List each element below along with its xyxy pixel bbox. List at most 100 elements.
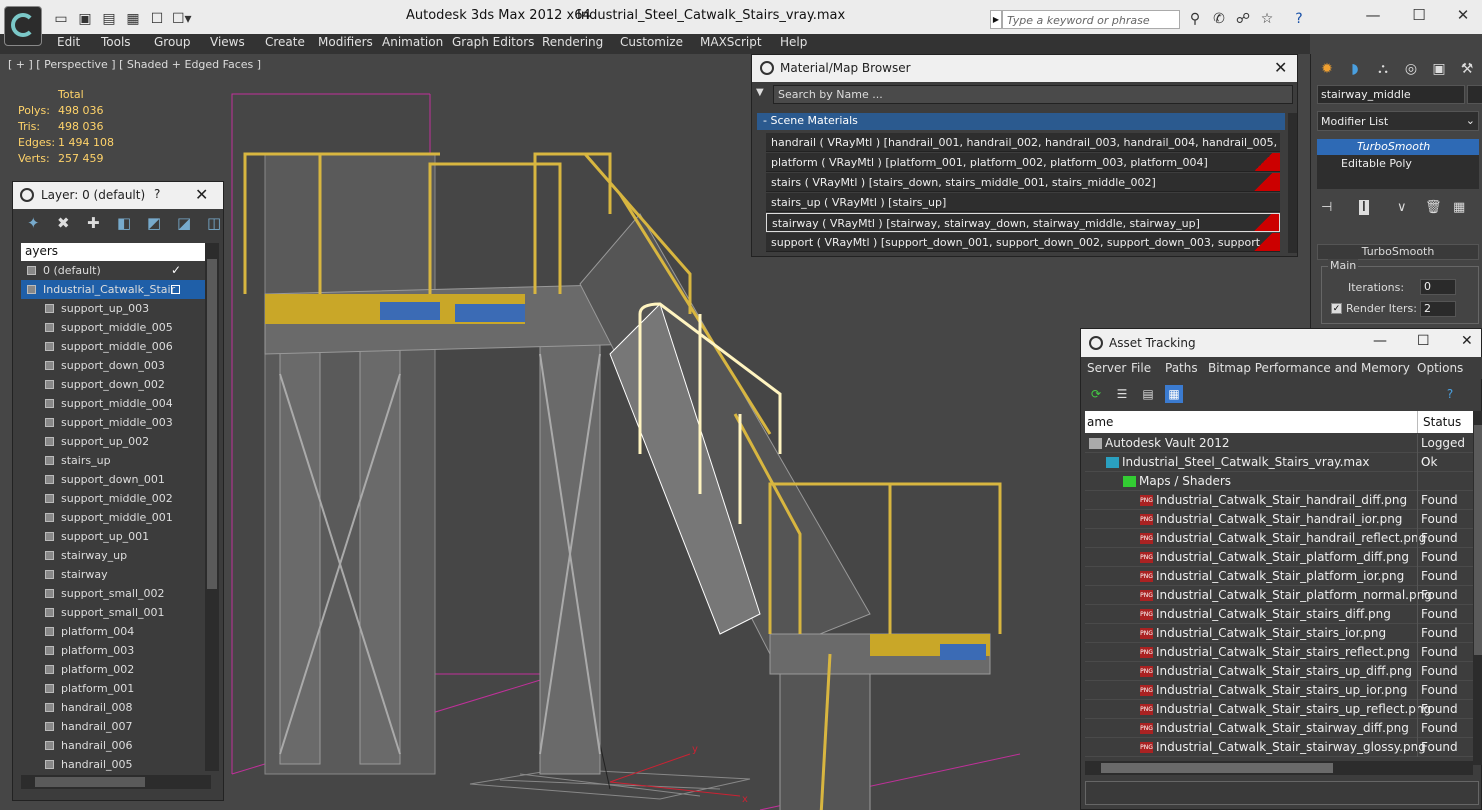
make-unique-icon[interactable]: ∨ bbox=[1397, 200, 1407, 215]
material-browser-titlebar[interactable]: Material/Map Browser ✕ bbox=[752, 55, 1297, 82]
asset-row[interactable]: PNG Industrial_Catwalk_Stair_stairs_diff.… bbox=[1085, 605, 1473, 624]
asset-row[interactable]: PNG Industrial_Catwalk_Stair_platform_dif… bbox=[1085, 548, 1473, 567]
layer-dialog-titlebar[interactable]: Layer: 0 (default) ? ✕ bbox=[13, 182, 223, 209]
layer-row[interactable]: support_up_001 bbox=[21, 527, 206, 546]
viewport-label[interactable]: [ + ] [ Perspective ] [ Shaded + Edged F… bbox=[8, 58, 261, 71]
asset-horizontal-scrollbar[interactable] bbox=[1085, 761, 1473, 775]
layer-row[interactable]: stairway bbox=[21, 565, 206, 584]
asset-row[interactable]: PNG Industrial_Catwalk_Stair_stairs_up_io… bbox=[1085, 681, 1473, 700]
layer-row[interactable]: support_middle_002 bbox=[21, 489, 206, 508]
menu-animation[interactable]: Animation bbox=[382, 35, 443, 49]
layer-row[interactable]: support_middle_005 bbox=[21, 318, 206, 337]
subscription-icon[interactable]: ☍ bbox=[1234, 11, 1252, 27]
close-button[interactable]: ✕ bbox=[1448, 4, 1478, 26]
layer-row[interactable]: handrail_006 bbox=[21, 736, 206, 755]
search-expand-icon[interactable]: ▶ bbox=[990, 10, 1002, 29]
layer-row[interactable]: support_small_001 bbox=[21, 603, 206, 622]
help-button[interactable]: ? bbox=[154, 187, 160, 201]
layer-row[interactable]: stairway_up bbox=[21, 546, 206, 565]
asset-row[interactable]: PNG Industrial_Catwalk_Stair_stairs_up_re… bbox=[1085, 700, 1473, 719]
app-logo-icon[interactable] bbox=[4, 6, 42, 46]
hide-all-icon[interactable]: ◪ bbox=[177, 214, 191, 232]
list-view-icon[interactable]: ☰ bbox=[1113, 385, 1131, 403]
layer-row[interactable]: support_down_002 bbox=[21, 375, 206, 394]
layer-row[interactable]: platform_004 bbox=[21, 622, 206, 641]
new-file-icon[interactable]: ▭ bbox=[52, 11, 70, 27]
binoculars-icon[interactable]: ⚲ bbox=[1186, 11, 1204, 27]
asset-row[interactable]: PNG Industrial_Catwalk_Stair_stairs_up_di… bbox=[1085, 662, 1473, 681]
infocenter-search-input[interactable]: Type a keyword or phrase bbox=[1002, 10, 1180, 29]
menu-file[interactable]: File bbox=[1131, 361, 1151, 375]
pin-stack-icon[interactable]: ⊣ bbox=[1321, 200, 1332, 215]
remove-modifier-icon[interactable]: 🗑 bbox=[1425, 200, 1442, 215]
close-button[interactable]: ✕ bbox=[195, 185, 208, 204]
menu-maxscript[interactable]: MAXScript bbox=[700, 35, 762, 49]
favorites-star-icon[interactable]: ☆ bbox=[1258, 11, 1276, 27]
browser-options-icon[interactable]: ▼ bbox=[756, 87, 764, 98]
menu-edit[interactable]: Edit bbox=[57, 35, 80, 49]
layer-row[interactable]: support_up_002 bbox=[21, 432, 206, 451]
menu-views[interactable]: Views bbox=[210, 35, 245, 49]
material-row[interactable]: stairs_up ( VRayMtl ) [stairs_up] bbox=[766, 193, 1280, 212]
create-tab-icon[interactable]: ✹ bbox=[1315, 58, 1339, 80]
layer-row[interactable]: support_up_003 bbox=[21, 299, 206, 318]
column-status[interactable]: Status bbox=[1423, 415, 1461, 429]
menu-group[interactable]: Group bbox=[154, 35, 191, 49]
delete-layer-icon[interactable]: ✖ bbox=[57, 214, 70, 232]
refresh-icon[interactable]: ⟳ bbox=[1087, 385, 1105, 403]
utilities-tab-icon[interactable]: ⚒ bbox=[1455, 58, 1479, 80]
thumbnail-view-icon[interactable]: ▤ bbox=[1139, 385, 1157, 403]
asset-row[interactable]: PNG Industrial_Catwalk_Stair_platform_nor… bbox=[1085, 586, 1473, 605]
menu-options[interactable]: Options bbox=[1417, 361, 1463, 375]
asset-row[interactable]: Maps / Shaders bbox=[1085, 472, 1473, 491]
layer-row[interactable]: platform_003 bbox=[21, 641, 206, 660]
layer-row[interactable]: handrail_005 bbox=[21, 755, 206, 771]
menu-help[interactable]: Help bbox=[780, 35, 807, 49]
minimize-button[interactable]: — bbox=[1358, 4, 1388, 26]
layer-row[interactable]: support_middle_004 bbox=[21, 394, 206, 413]
stack-item-editable-poly[interactable]: Editable Poly bbox=[1317, 156, 1479, 172]
asset-path-field[interactable] bbox=[1085, 781, 1479, 805]
material-vertical-scrollbar[interactable] bbox=[1288, 113, 1297, 253]
set-current-layer-icon[interactable] bbox=[171, 285, 180, 294]
asset-tracking-titlebar[interactable]: Asset Tracking — ☐ ✕ bbox=[1081, 329, 1481, 357]
help-icon[interactable]: ? bbox=[1441, 385, 1459, 403]
asset-row[interactable]: PNG Industrial_Catwalk_Stair_stairway_glo… bbox=[1085, 738, 1473, 757]
quick-access-dropdown-icon[interactable]: ☐▾ bbox=[172, 11, 192, 27]
iterations-spinner[interactable]: 0 bbox=[1420, 279, 1456, 295]
asset-row[interactable]: PNG Industrial_Catwalk_Stair_stairs_ior.p… bbox=[1085, 624, 1473, 643]
layer-row[interactable]: handrail_008 bbox=[21, 698, 206, 717]
layer-row[interactable]: handrail_007 bbox=[21, 717, 206, 736]
layer-row[interactable]: platform_002 bbox=[21, 660, 206, 679]
asset-row[interactable]: PNG Industrial_Catwalk_Stair_stairway_dif… bbox=[1085, 719, 1473, 738]
material-row[interactable]: handrail ( VRayMtl ) [handrail_001, hand… bbox=[766, 133, 1280, 152]
material-row[interactable]: stairway ( VRayMtl ) [stairway, stairway… bbox=[766, 213, 1280, 232]
layers-column-header[interactable]: ayers bbox=[21, 243, 206, 261]
render-iters-checkbox[interactable]: ✓ bbox=[1331, 303, 1342, 314]
object-color-swatch[interactable] bbox=[1467, 85, 1482, 104]
material-row[interactable]: support ( VRayMtl ) [support_down_001, s… bbox=[766, 233, 1280, 252]
object-name-field[interactable]: stairway_middle bbox=[1317, 85, 1465, 104]
hierarchy-tab-icon[interactable]: ⛬ bbox=[1371, 58, 1395, 80]
add-to-layer-icon[interactable]: ✚ bbox=[87, 214, 100, 232]
help-icon[interactable]: ? bbox=[1290, 11, 1308, 27]
column-name[interactable]: ame bbox=[1087, 415, 1113, 429]
display-tab-icon[interactable]: ▣ bbox=[1427, 58, 1451, 80]
layer-row[interactable]: 0 (default) ✓ bbox=[21, 261, 206, 280]
layer-row[interactable]: Industrial_Catwalk_Stair bbox=[21, 280, 206, 299]
stack-item-turbosmooth[interactable]: TurboSmooth bbox=[1317, 139, 1479, 155]
menu-create[interactable]: Create bbox=[265, 35, 305, 49]
asset-row[interactable]: Industrial_Steel_Catwalk_Stairs_vray.max… bbox=[1085, 453, 1473, 472]
minimize-button[interactable]: — bbox=[1373, 333, 1387, 349]
layer-row[interactable]: support_middle_006 bbox=[21, 337, 206, 356]
undo-icon[interactable]: ▤ bbox=[100, 11, 118, 27]
menu-graph-editors[interactable]: Graph Editors bbox=[452, 35, 534, 49]
menu-bitmap-performance[interactable]: Bitmap Performance and Memory bbox=[1208, 361, 1410, 375]
highlight-selected-icon[interactable]: ◩ bbox=[147, 214, 161, 232]
redo-icon[interactable]: ▦ bbox=[124, 11, 142, 27]
menu-server[interactable]: Server bbox=[1087, 361, 1126, 375]
current-layer-check-icon[interactable]: ✓ bbox=[171, 261, 181, 280]
layer-row[interactable]: support_middle_001 bbox=[21, 508, 206, 527]
asset-row[interactable]: Autodesk Vault 2012 Logged O bbox=[1085, 434, 1473, 469]
create-layer-icon[interactable]: ✦ bbox=[27, 214, 40, 232]
